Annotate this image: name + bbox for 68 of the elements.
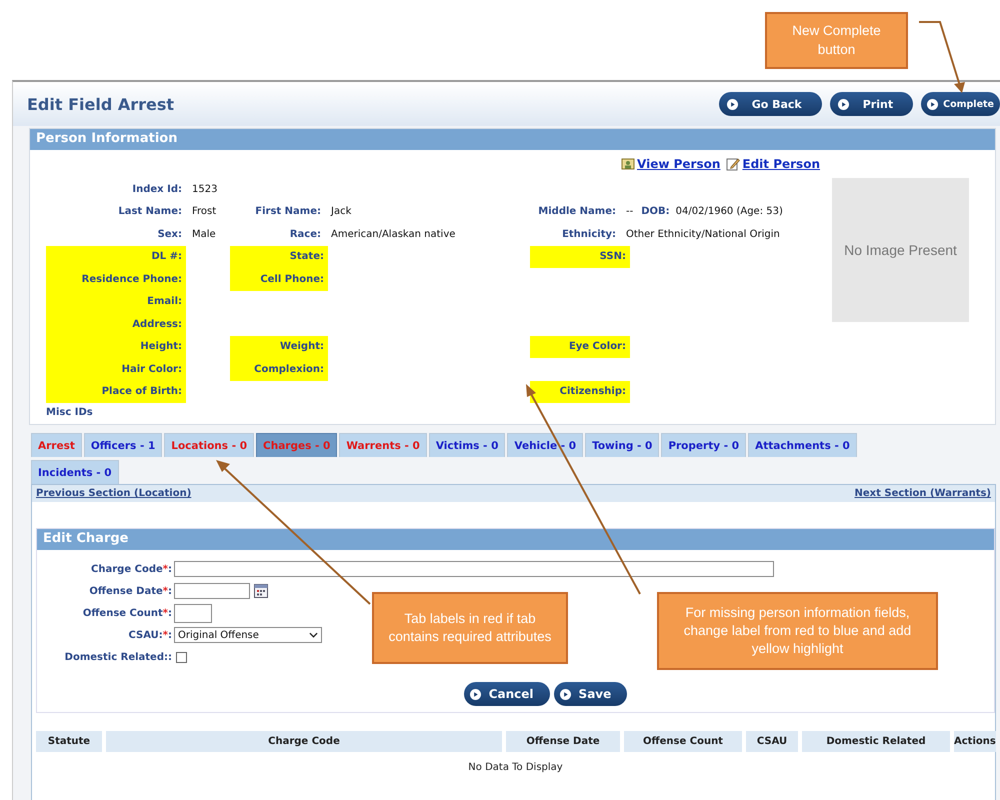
tab[interactable]: Property - 0 — [661, 433, 746, 457]
form-button[interactable]: Save — [554, 682, 628, 706]
field-value: Jack — [330, 205, 352, 220]
section-header: Person Information — [30, 129, 995, 150]
field-label: Race: — [288, 228, 322, 242]
field-label: DL #: — [46, 246, 186, 268]
field-label: Ethnicity: — [561, 228, 617, 242]
form-button[interactable]: Cancel — [464, 682, 550, 706]
csau-dropdown[interactable]: Original Offense — [174, 627, 322, 643]
form-label: CSAU:*: — [127, 630, 173, 640]
empty-message: No Data To Display — [468, 762, 563, 773]
form-label: Offense Count*: — [82, 608, 173, 618]
column-header: Statute — [36, 731, 102, 752]
field-label: Hair Color: — [46, 358, 186, 380]
field-label: Email: — [46, 290, 186, 313]
field-label: Place of Birth: — [46, 380, 186, 403]
field-value: Male — [191, 228, 216, 242]
callout: For missing person information fields, change label from red to blue and add yellow highlight — [657, 592, 938, 670]
next-section-link[interactable]: Next Section (Warrants) — [854, 488, 991, 499]
field-label: Eye Color: — [530, 336, 630, 358]
tab[interactable]: Attachments - 0 — [748, 433, 857, 457]
field-value: Other Ethnicity/National Origin — [625, 228, 780, 242]
column-header: CSAU — [746, 731, 798, 752]
column-header: Offense Date — [506, 731, 620, 752]
tab[interactable]: Incidents - 0 — [31, 460, 119, 484]
field-label: First Name: — [254, 205, 322, 220]
field-label: DOB: — [641, 205, 670, 220]
field-label: Address: — [46, 313, 186, 336]
field-label: Cell Phone: — [230, 268, 328, 290]
page-title: Edit Field Arrest — [27, 94, 174, 114]
field-label: Sex: — [156, 228, 183, 242]
field-value: American/Alaskan native — [330, 228, 456, 242]
column-header: Actions — [954, 731, 996, 752]
header-button[interactable]: Print — [830, 92, 914, 116]
field-label: Index Id: — [131, 182, 183, 197]
form-label: Charge Code*: — [90, 564, 173, 574]
header-button[interactable]: Go Back — [718, 92, 822, 116]
form-label: Domestic Related:: — [64, 652, 173, 662]
column-header: Charge Code — [106, 731, 502, 752]
no-image-text: No Image Present — [844, 242, 957, 258]
column-header: Domestic Related — [802, 731, 950, 752]
field-value: -- — [625, 205, 634, 220]
field-label: Complexion: — [230, 358, 328, 380]
person-link[interactable]: View Person — [621, 157, 720, 171]
previous-section-link[interactable]: Previous Section (Location) — [36, 488, 192, 499]
column-header: Offense Count — [624, 731, 742, 752]
tab[interactable]: Vehicle - 0 — [507, 433, 584, 457]
field-label: Height: — [46, 336, 186, 358]
field-label: Middle Name: — [537, 205, 617, 220]
callout: New Complete button — [765, 12, 908, 69]
tab[interactable]: Officers - 1 — [84, 433, 162, 457]
field-label: SSN: — [530, 246, 630, 268]
person-link[interactable]: Edit Person — [726, 157, 820, 171]
field-label: Weight: — [230, 336, 328, 358]
misc-ids-link[interactable]: Misc IDs — [46, 407, 820, 418]
tab[interactable]: Towing - 0 — [585, 433, 660, 457]
field-value: Frost — [191, 205, 216, 220]
field-value: 04/02/1960 (Age: 53) — [674, 205, 783, 220]
field-label: Last Name: — [117, 205, 183, 220]
field-label: State: — [230, 246, 328, 268]
form-label: Offense Date*: — [88, 586, 173, 596]
header-button[interactable]: Complete — [921, 92, 1000, 116]
tab[interactable]: Victims - 0 — [428, 433, 506, 457]
field-label: Residence Phone: — [46, 268, 186, 290]
section-header: Edit Charge — [37, 529, 994, 550]
field-value: 1523 — [191, 182, 218, 197]
callout: Tab labels in red if tab contains required attributes — [372, 592, 568, 664]
field-label: Citizenship: — [530, 380, 630, 403]
